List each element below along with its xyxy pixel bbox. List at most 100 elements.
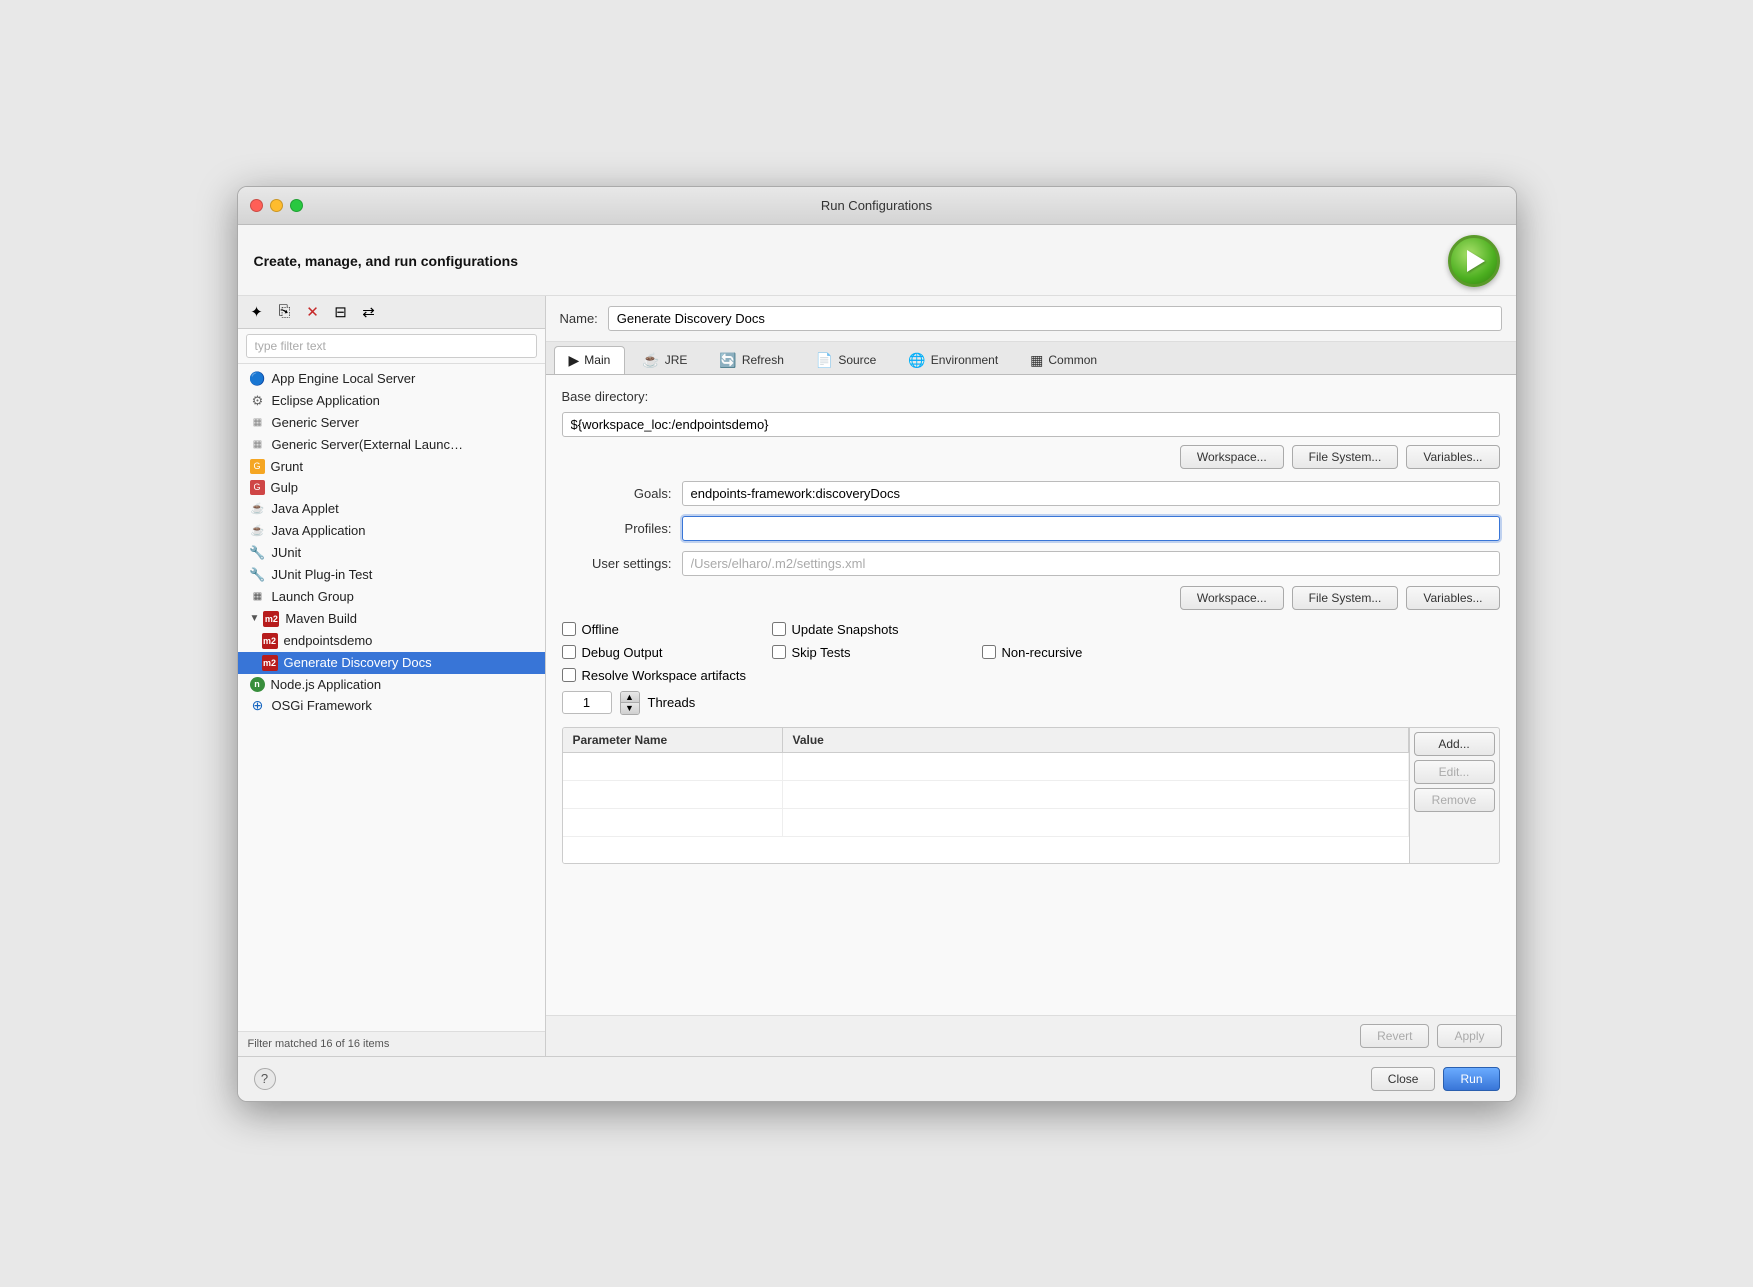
minimize-window-btn[interactable]	[270, 199, 283, 212]
window-title: Run Configurations	[821, 198, 932, 213]
tab-jre[interactable]: ☕ JRE	[627, 346, 702, 374]
param-name-header: Parameter Name	[563, 728, 783, 752]
user-settings-input[interactable]	[682, 551, 1500, 576]
sidebar-item-java-application[interactable]: ☕ Java Application	[238, 520, 545, 542]
name-input[interactable]	[608, 306, 1502, 331]
sidebar-item-launch-group[interactable]: ▦ Launch Group	[238, 586, 545, 608]
generic-server-ext-icon: ▦	[250, 437, 266, 453]
sidebar-status: Filter matched 16 of 16 items	[238, 1031, 545, 1056]
main-tab-icon: ▶	[569, 352, 580, 369]
params-row-2	[563, 781, 1409, 809]
sidebar-item-junit[interactable]: 🔧 JUnit	[238, 542, 545, 564]
tab-common[interactable]: ▦ Common	[1015, 346, 1112, 374]
junit-icon: 🔧	[250, 545, 266, 561]
sidebar-item-label: JUnit	[272, 545, 302, 560]
edit-param-button[interactable]: Edit...	[1414, 760, 1495, 784]
variables-button-1[interactable]: Variables...	[1406, 445, 1499, 469]
nodejs-icon: n	[250, 677, 265, 692]
non-recursive-col: Non-recursive	[982, 645, 1182, 660]
sidebar-item-maven-build[interactable]: ▼ m2 Maven Build	[238, 608, 545, 630]
apply-button[interactable]: Apply	[1437, 1024, 1501, 1048]
footer-buttons: Close Run	[1371, 1067, 1500, 1091]
refresh-tab-icon: 🔄	[719, 352, 736, 369]
sidebar-item-generic-server[interactable]: ▦ Generic Server	[238, 412, 545, 434]
base-dir-buttons: Workspace... File System... Variables...	[562, 445, 1500, 469]
update-snapshots-checkbox[interactable]	[772, 622, 786, 636]
copy-config-button[interactable]: ⎘	[274, 301, 296, 323]
sidebar-item-label: Eclipse Application	[272, 393, 380, 408]
sidebar-item-label: Java Applet	[272, 501, 339, 516]
params-row-3	[563, 809, 1409, 837]
tab-source[interactable]: 📄 Source	[801, 346, 891, 374]
osgi-icon: ⊕	[250, 698, 266, 714]
run-quick-button[interactable]	[1448, 235, 1500, 287]
tab-source-label: Source	[838, 353, 876, 367]
close-button[interactable]: Close	[1371, 1067, 1436, 1091]
help-button[interactable]: ?	[254, 1068, 276, 1090]
sidebar-item-label: endpointsdemo	[284, 633, 373, 648]
name-row: Name:	[546, 296, 1516, 342]
threads-up[interactable]: ▲	[621, 692, 639, 703]
base-directory-input[interactable]	[562, 412, 1500, 437]
param-name-cell-1	[563, 753, 783, 780]
bottom-action-bar: Revert Apply	[546, 1015, 1516, 1056]
tab-main[interactable]: ▶ Main	[554, 346, 626, 374]
revert-button[interactable]: Revert	[1360, 1024, 1429, 1048]
sidebar-item-label: JUnit Plug-in Test	[272, 567, 373, 582]
filter-input[interactable]	[246, 334, 537, 358]
maximize-window-btn[interactable]	[290, 199, 303, 212]
tab-jre-label: JRE	[665, 353, 688, 367]
checkbox-row-3: Resolve Workspace artifacts	[562, 668, 1500, 683]
profiles-row: Profiles:	[562, 516, 1500, 541]
params-table-wrap: Parameter Name Value	[562, 727, 1410, 864]
sidebar-item-label: Generic Server	[272, 415, 359, 430]
sidebar-item-java-applet[interactable]: ☕ Java Applet	[238, 498, 545, 520]
tab-refresh-label: Refresh	[742, 353, 784, 367]
param-value-cell-1	[783, 753, 1409, 780]
tabs-bar: ▶ Main ☕ JRE 🔄 Refresh 📄 Source 🌐 E	[546, 342, 1516, 375]
debug-output-checkbox[interactable]	[562, 645, 576, 659]
expand-icon: ▼	[250, 613, 260, 624]
sidebar-item-app-engine[interactable]: 🔵 App Engine Local Server	[238, 368, 545, 390]
tab-refresh[interactable]: 🔄 Refresh	[704, 346, 798, 374]
profiles-input[interactable]	[682, 516, 1500, 541]
threads-input[interactable]	[562, 691, 612, 714]
add-param-button[interactable]: Add...	[1414, 732, 1495, 756]
filesystem-button-2[interactable]: File System...	[1292, 586, 1399, 610]
close-window-btn[interactable]	[250, 199, 263, 212]
generic-server-icon: ▦	[250, 415, 266, 431]
tab-environment[interactable]: 🌐 Environment	[893, 346, 1013, 374]
profiles-label: Profiles:	[562, 521, 672, 536]
gulp-icon: G	[250, 480, 265, 495]
non-recursive-checkbox[interactable]	[982, 645, 996, 659]
goals-input[interactable]	[682, 481, 1500, 506]
sidebar-item-endpointsdemo[interactable]: m2 endpointsdemo	[238, 630, 545, 652]
sidebar-item-osgi[interactable]: ⊕ OSGi Framework	[238, 695, 545, 717]
delete-config-button[interactable]: ✕	[302, 301, 324, 323]
sidebar-item-label: Java Application	[272, 523, 366, 538]
sidebar-item-generate-discovery[interactable]: m2 Generate Discovery Docs	[238, 652, 545, 674]
threads-down[interactable]: ▼	[621, 703, 639, 714]
new-config-button[interactable]: ✦	[246, 301, 268, 323]
remove-param-button[interactable]: Remove	[1414, 788, 1495, 812]
workspace-button-1[interactable]: Workspace...	[1180, 445, 1284, 469]
filter-button[interactable]: ⇄	[358, 301, 380, 323]
threads-spinner[interactable]: ▲ ▼	[620, 691, 640, 715]
common-tab-icon: ▦	[1030, 352, 1043, 369]
variables-button-2[interactable]: Variables...	[1406, 586, 1499, 610]
sidebar-item-junit-plugin[interactable]: 🔧 JUnit Plug-in Test	[238, 564, 545, 586]
sidebar-item-label: Generic Server(External Launc…	[272, 437, 463, 452]
offline-checkbox[interactable]	[562, 622, 576, 636]
workspace-button-2[interactable]: Workspace...	[1180, 586, 1284, 610]
sidebar-item-grunt[interactable]: G Grunt	[238, 456, 545, 477]
run-button[interactable]: Run	[1443, 1067, 1499, 1091]
sidebar-item-gulp[interactable]: G Gulp	[238, 477, 545, 498]
resolve-workspace-checkbox[interactable]	[562, 668, 576, 682]
collapse-all-button[interactable]: ⊟	[330, 301, 352, 323]
filesystem-button-1[interactable]: File System...	[1292, 445, 1399, 469]
sidebar-item-eclipse-app[interactable]: ⚙ Eclipse Application	[238, 390, 545, 412]
skip-tests-checkbox[interactable]	[772, 645, 786, 659]
run-icon	[1467, 250, 1485, 272]
sidebar-item-generic-server-ext[interactable]: ▦ Generic Server(External Launc…	[238, 434, 545, 456]
sidebar-item-nodejs[interactable]: n Node.js Application	[238, 674, 545, 695]
